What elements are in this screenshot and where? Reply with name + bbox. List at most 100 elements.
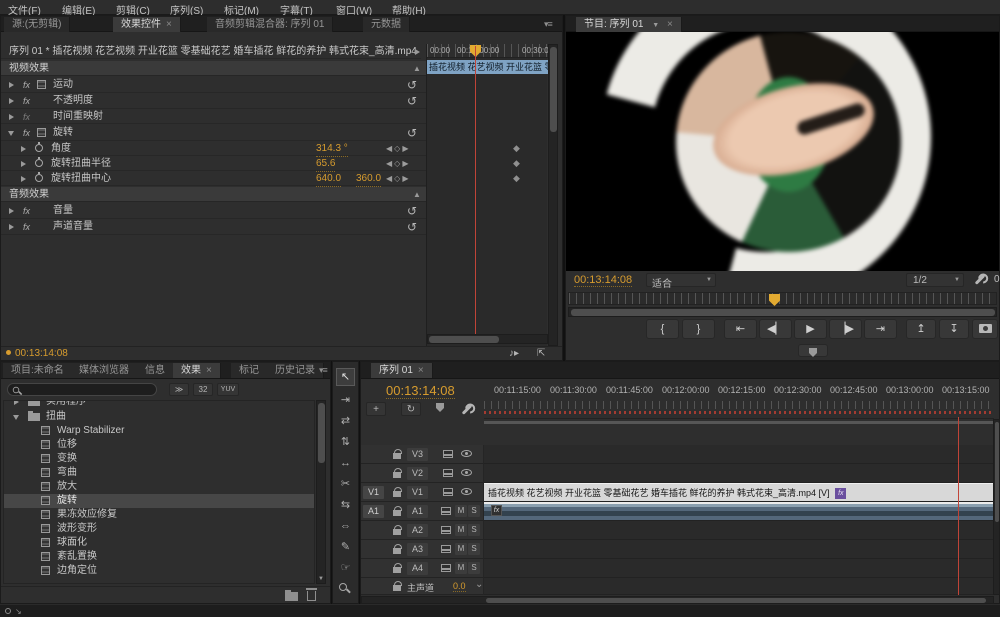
selection-tool[interactable]: ↖ (336, 368, 355, 386)
source-patch-v1[interactable]: V1 (363, 486, 384, 499)
accelerated-effects-filter-button[interactable]: ≫ (169, 383, 189, 396)
lock-icon[interactable] (393, 585, 401, 591)
keyframe-icon[interactable]: ◆ (513, 158, 520, 169)
source-patch-a1[interactable]: A1 (363, 505, 384, 518)
sync-lock-icon[interactable] (441, 545, 451, 553)
v1-clip[interactable]: 插花视频 花艺视频 开业花篮 零基础花艺 婚车插花 鲜花的养护 韩式花束_高清.… (484, 483, 994, 501)
tree-item-turbulent-displace[interactable]: 紊乱置换 (4, 550, 315, 564)
scrollbar-thumb[interactable] (550, 47, 557, 132)
tree-item-corner-pin[interactable]: 边角定位 (4, 564, 315, 578)
track-name-v1[interactable]: V1 (407, 486, 428, 499)
program-mini-ruler[interactable] (568, 292, 997, 305)
close-icon[interactable]: × (667, 19, 673, 30)
tree-item-rolling-shutter[interactable]: 果冻效应修复 (4, 508, 315, 522)
play-audio-icon[interactable]: ♪▸ (509, 348, 519, 359)
razor-tool[interactable]: ✂ (336, 476, 355, 492)
scrollbar-thumb[interactable] (486, 598, 986, 603)
settings-wrench-icon[interactable] (462, 404, 473, 415)
effect-row-time-remap[interactable]: fx 时间重映射 (1, 109, 426, 124)
track-name-a3[interactable]: A3 (407, 543, 428, 556)
tree-item-offset[interactable]: 位移 (4, 438, 315, 452)
solo-button[interactable]: S (468, 505, 480, 517)
sync-lock-icon[interactable] (441, 564, 451, 572)
rolling-edit-tool[interactable]: ⇅ (336, 434, 355, 450)
expand-icon[interactable] (14, 400, 19, 405)
lock-icon[interactable] (393, 472, 401, 478)
mute-button[interactable]: M (455, 505, 467, 517)
effect-row-volume[interactable]: fx 音量 ↺ (1, 203, 426, 219)
mark-in-button[interactable]: { (646, 319, 679, 339)
tab-metadata[interactable]: 元数据 (363, 17, 410, 32)
lock-icon[interactable] (393, 548, 401, 554)
sync-lock-icon[interactable] (443, 488, 453, 496)
work-area-bar[interactable] (484, 421, 994, 424)
track-output-eye-icon[interactable] (461, 469, 472, 476)
mute-button[interactable]: M (455, 524, 467, 536)
track-name-a2[interactable]: A2 (407, 524, 428, 537)
reset-effect-icon[interactable]: ↺ (407, 95, 417, 107)
param-center-x-value[interactable]: 640.0 (316, 171, 341, 187)
expand-icon[interactable] (9, 224, 14, 230)
master-volume-value[interactable]: 0.0 (453, 581, 466, 592)
panel-menu-icon[interactable]: ▾≡ (319, 365, 327, 376)
timeline-view-toggle-icon[interactable] (415, 49, 420, 55)
new-bin-icon[interactable] (285, 592, 298, 601)
prev-keyframe-icon[interactable]: ◀ (386, 174, 394, 183)
selected-clip-bar[interactable]: 插花视频 花艺视频 开业花篮 零 (427, 60, 548, 74)
rate-stretch-tool[interactable]: ↔ (336, 455, 355, 471)
solo-button[interactable]: S (468, 524, 480, 536)
tree-item-warp-stabilizer[interactable]: Warp Stabilizer (4, 424, 315, 438)
expand-icon[interactable] (9, 82, 14, 88)
track-content-a4[interactable] (484, 559, 994, 578)
tree-item-wave-warp[interactable]: 波形变形 (4, 522, 315, 536)
close-icon[interactable]: × (418, 365, 424, 376)
reset-effect-icon[interactable]: ↺ (407, 127, 417, 139)
playback-resolution-dropdown[interactable]: 1/2 ▼ (906, 273, 964, 287)
timeline-timecode[interactable]: 00:13:14:08 (386, 383, 455, 399)
track-content-a2[interactable] (484, 521, 994, 540)
next-keyframe-icon[interactable]: ▶ (402, 159, 410, 168)
sync-lock-icon[interactable] (441, 526, 451, 534)
slide-tool[interactable]: ⇔ (336, 518, 355, 534)
panel-menu-icon[interactable]: ▾≡ (544, 19, 552, 30)
prev-keyframe-icon[interactable]: ◀ (386, 159, 394, 168)
expand-icon[interactable] (9, 114, 14, 120)
keyframe-icon[interactable]: ◆ (513, 143, 520, 154)
audio-effects-header[interactable]: 音频效果 ▲ (1, 187, 426, 202)
keyframe-nav[interactable]: ◀◇▶ (386, 141, 410, 156)
effect-row-channel-volume[interactable]: fx 声道音量 ↺ (1, 219, 426, 235)
next-keyframe-icon[interactable]: ▶ (402, 144, 410, 153)
export-frame-button[interactable] (972, 319, 998, 339)
param-center-y-value[interactable]: 360.0 (356, 171, 381, 187)
track-name-v3[interactable]: V3 (407, 448, 428, 461)
mute-button[interactable]: M (455, 562, 467, 574)
track-name-v2[interactable]: V2 (407, 467, 428, 480)
track-select-tool[interactable]: ⇥ (336, 392, 355, 408)
expand-icon[interactable] (9, 98, 14, 104)
keyframe-nav[interactable]: ◀◇▶ (386, 171, 410, 186)
track-output-eye-icon[interactable] (461, 450, 472, 457)
collapse-row-icon[interactable] (8, 131, 14, 136)
program-video-frame[interactable] (566, 32, 999, 271)
close-icon[interactable]: × (206, 365, 212, 376)
stopwatch-icon[interactable] (35, 174, 43, 182)
expand-icon[interactable] (21, 176, 26, 182)
tab-program[interactable]: 节目: 序列 01 ▼ × (576, 17, 682, 32)
lock-icon[interactable] (393, 453, 401, 459)
scroll-down-icon[interactable]: ▼ (318, 576, 324, 582)
reset-effect-icon[interactable]: ↺ (407, 79, 417, 91)
scrollbar-thumb[interactable] (429, 336, 499, 343)
track-content-a3[interactable] (484, 540, 994, 559)
step-back-button[interactable]: ◀▏ (759, 319, 792, 339)
lock-icon[interactable] (393, 567, 401, 573)
effects-tree-scrollbar[interactable]: ▼ (316, 400, 326, 584)
loop-button[interactable]: ↻ (401, 402, 421, 416)
tree-item-transform[interactable]: 变换 (4, 452, 315, 466)
tab-media-browser[interactable]: 媒体浏览器 (71, 363, 138, 378)
track-content-v3[interactable] (484, 445, 994, 464)
track-content-master[interactable] (484, 578, 994, 595)
param-angle-value[interactable]: 314.3 ° (316, 141, 348, 157)
expand-icon[interactable] (21, 146, 26, 152)
stopwatch-icon[interactable] (35, 159, 43, 167)
program-playhead-marker[interactable] (769, 294, 780, 306)
